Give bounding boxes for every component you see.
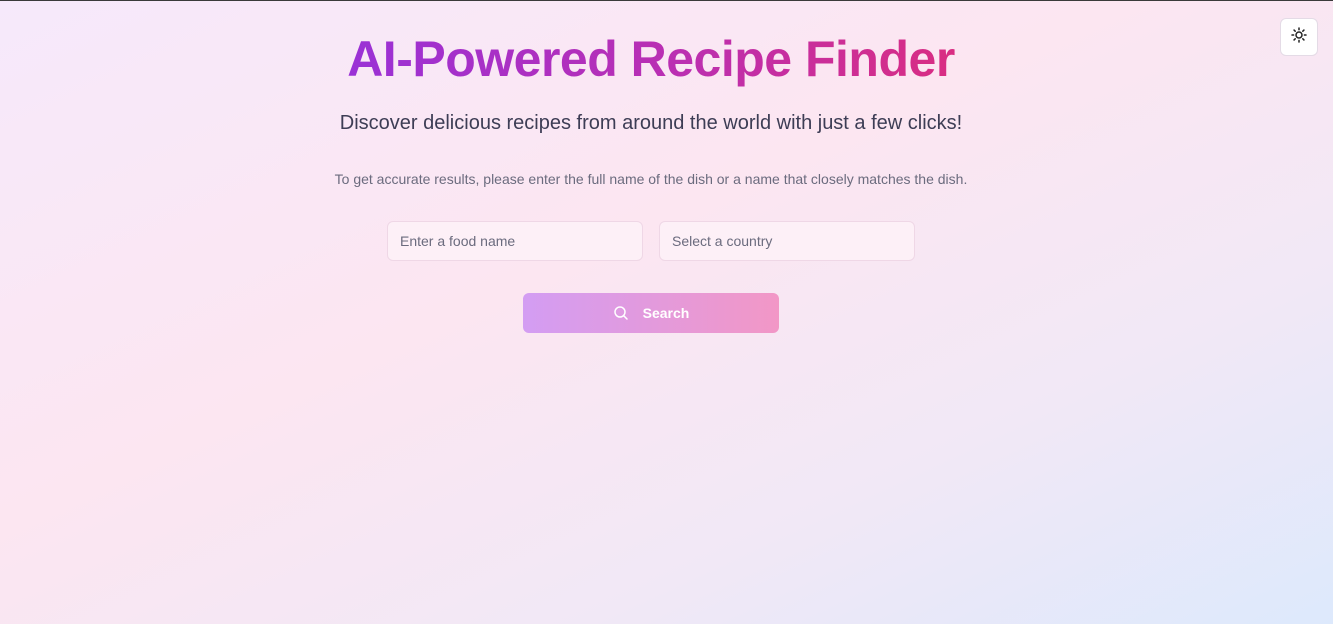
search-button[interactable]: Search xyxy=(523,293,779,333)
country-select[interactable]: Select a country xyxy=(659,221,915,261)
food-name-input[interactable] xyxy=(387,221,643,261)
page-subtitle: Discover delicious recipes from around t… xyxy=(339,112,963,134)
search-form: Select a country xyxy=(0,221,1302,261)
main-content: AI-Powered Recipe Finder Discover delici… xyxy=(0,1,1302,333)
search-hint: To get accurate results, please enter th… xyxy=(334,171,968,187)
search-button-label: Search xyxy=(642,305,690,321)
search-icon xyxy=(613,305,629,321)
country-select-value: Select a country xyxy=(672,233,773,249)
page-title: AI-Powered Recipe Finder xyxy=(347,31,955,87)
